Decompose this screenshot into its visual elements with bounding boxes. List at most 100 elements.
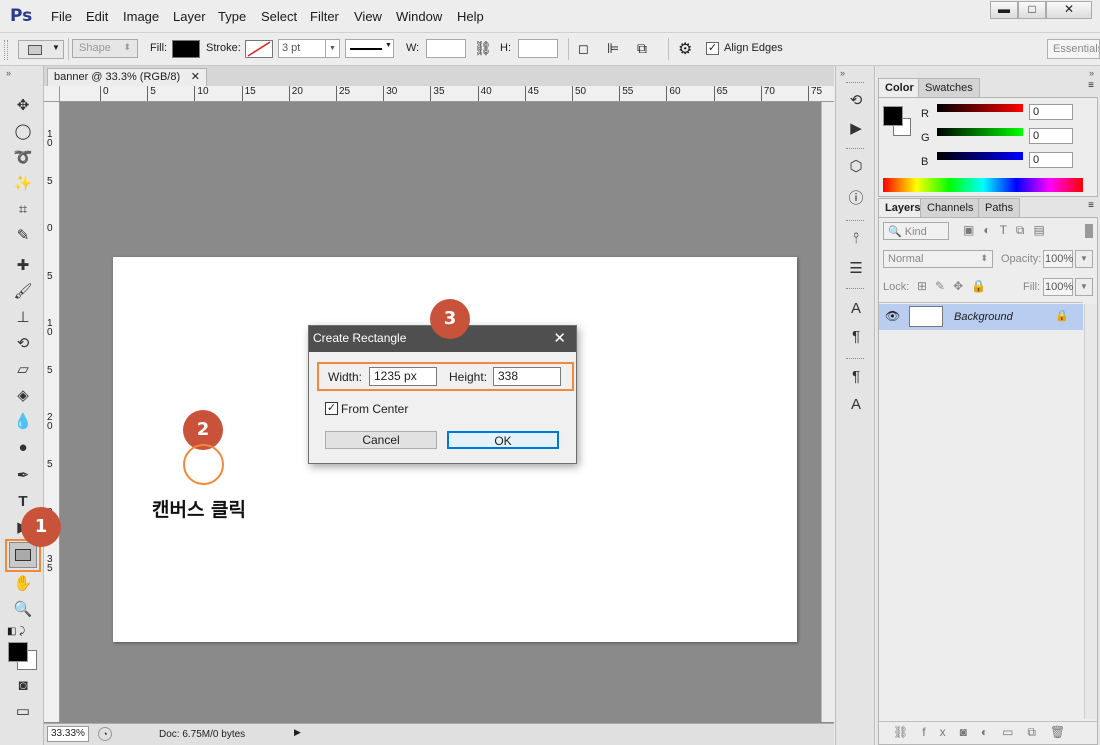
opacity-input[interactable]: 100% [1043,250,1073,268]
tab-channels[interactable]: Channels [920,198,981,217]
magic-wand-icon[interactable]: ✨ [11,174,35,194]
path-alignment-icon[interactable]: ⊫ [607,40,619,57]
move-tool-icon[interactable]: ✥ [11,96,35,116]
fill-input[interactable]: 100% [1043,278,1073,296]
chevron-down-icon[interactable]: ▼ [1075,250,1093,268]
menu-select[interactable]: Select [261,9,297,24]
status-menu-icon[interactable]: ◔ [98,727,112,741]
history-icon[interactable]: ⟲ [845,90,867,112]
eyedropper-icon[interactable]: ✎ [11,226,35,246]
close-window-button[interactable]: ✕ [1046,1,1092,19]
eraser-icon[interactable]: ▱ [11,360,35,380]
healing-brush-icon[interactable]: ✚ [11,256,35,276]
clone-stamp-icon[interactable]: ⊥ [11,308,35,328]
zoom-tool-icon[interactable]: 🔍 [11,600,35,620]
horizontal-ruler[interactable]: 0 5 10 15 20 25 30 35 40 45 50 55 60 65 70 75 [60,86,834,102]
document-tab[interactable]: banner @ 33.3% (RGB/8) ✕ [47,68,207,86]
grip-handle[interactable] [4,40,8,60]
stroke-swatch[interactable] [245,40,273,58]
close-icon[interactable]: ✕ [553,329,566,347]
menu-help[interactable]: Help [457,9,484,24]
link-icon[interactable]: ⛓ [474,40,492,57]
collapse-icon[interactable]: » [6,68,11,78]
from-center-checkbox[interactable]: ✓ [325,402,338,415]
menu-window[interactable]: Window [396,9,442,24]
green-slider[interactable] [937,128,1023,136]
history-brush-icon[interactable]: ⟲ [11,334,35,354]
filter-icons[interactable]: ▣◐T⧉▤ [963,223,1054,238]
tab-swatches[interactable]: Swatches [918,78,980,97]
blue-input[interactable]: 0 [1029,152,1073,168]
blend-mode-select[interactable]: Normal ⬍ [883,250,993,268]
path-operations-icon[interactable]: ◻ [578,41,589,57]
minimize-button[interactable]: ▬ [990,1,1018,19]
panel-menu-icon[interactable]: ≡ [1088,80,1094,91]
lasso-tool-icon[interactable]: ➰ [11,148,35,168]
brush-tool-icon[interactable]: 🖌 [11,282,35,302]
menu-image[interactable]: Image [123,9,159,24]
blue-slider[interactable] [937,152,1023,160]
status-arrow-icon[interactable]: ▶ [294,727,301,738]
width-input[interactable] [426,39,466,58]
height-input[interactable] [518,39,558,58]
layers-scrollbar[interactable] [1084,304,1097,719]
color-spectrum[interactable] [883,178,1083,192]
paragraph-styles-icon[interactable]: ¶ [845,366,867,388]
filter-kind-select[interactable]: 🔍 Kind [883,222,949,240]
tab-paths[interactable]: Paths [978,198,1021,217]
close-icon[interactable]: ✕ [191,70,200,83]
actions-play-icon[interactable]: ▶ [845,118,867,140]
menu-filter[interactable]: Filter [310,9,339,24]
pen-tool-icon[interactable]: ✒ [11,466,35,486]
red-slider[interactable] [937,104,1023,112]
hand-tool-icon[interactable]: ✋ [11,574,35,594]
adjustments-icon[interactable]: ☰ [845,258,867,280]
collapse-icon[interactable]: » [1089,68,1094,78]
layers-footer-icons[interactable]: ⛓fx◙◐▭⧉🗑 [879,721,1097,743]
fill-swatch[interactable] [172,40,200,58]
filter-toggle[interactable] [1085,224,1093,238]
info-icon[interactable]: ⓘ [845,188,867,210]
quick-mask-icon[interactable]: ◙ [11,676,35,696]
eye-icon[interactable]: 👁 [885,309,900,323]
vertical-ruler[interactable]: 1 05051 052 053 03 5 [44,102,60,722]
layer-row-background[interactable]: 👁 Background 🔒 [879,304,1083,330]
character-icon[interactable]: A [845,298,867,320]
paragraph-icon[interactable]: ¶ [845,326,867,348]
shape-mode-select[interactable]: Shape ⬍ [72,39,138,58]
marquee-tool-icon[interactable]: ◯ [11,122,35,142]
default-colors-icon[interactable]: ◧ ⤸ [7,626,25,637]
gear-icon[interactable]: ⚙ [678,39,692,59]
blur-tool-icon[interactable]: 💧 [11,412,35,432]
green-input[interactable]: 0 [1029,128,1073,144]
collapse-icon[interactable]: » [840,68,845,78]
3d-cube-icon[interactable]: ⬡ [845,156,867,178]
zoom-field[interactable]: 33.33% [47,726,89,742]
ruler-origin[interactable] [44,86,60,102]
foreground-color-swatch[interactable] [883,106,903,126]
brush-presets-icon[interactable]: ⫯ [845,228,867,250]
foreground-color-swatch[interactable] [8,642,28,662]
vertical-scrollbar[interactable] [821,102,834,722]
chevron-down-icon[interactable]: ▼ [1075,278,1093,296]
panel-menu-icon[interactable]: ≡ [1088,200,1094,211]
crop-tool-icon[interactable]: ⌗ [11,200,35,220]
character-styles-icon[interactable]: A [845,394,867,416]
tool-preset-picker[interactable]: ▼ [18,40,64,59]
maximize-button[interactable]: □ [1018,1,1046,19]
menu-type[interactable]: Type [218,9,246,24]
menu-view[interactable]: View [354,9,382,24]
stroke-size-field[interactable]: 3 pt ▼ [278,39,340,58]
ok-button[interactable]: OK [447,431,559,449]
menu-file[interactable]: File [51,9,72,24]
workspace-switcher[interactable]: Essentials [1047,39,1100,59]
align-edges-checkbox[interactable]: ✓ [706,42,719,55]
paint-bucket-icon[interactable]: ◈ [11,386,35,406]
tab-color[interactable]: Color [878,78,921,97]
rectangle-tool-button[interactable] [9,542,37,568]
red-input[interactable]: 0 [1029,104,1073,120]
height-input[interactable]: 338 [493,367,561,386]
path-arrangement-icon[interactable]: ⧉ [637,40,647,57]
lock-icons[interactable]: ⊞✎✥🔒 [917,279,994,293]
cancel-button[interactable]: Cancel [325,431,437,449]
